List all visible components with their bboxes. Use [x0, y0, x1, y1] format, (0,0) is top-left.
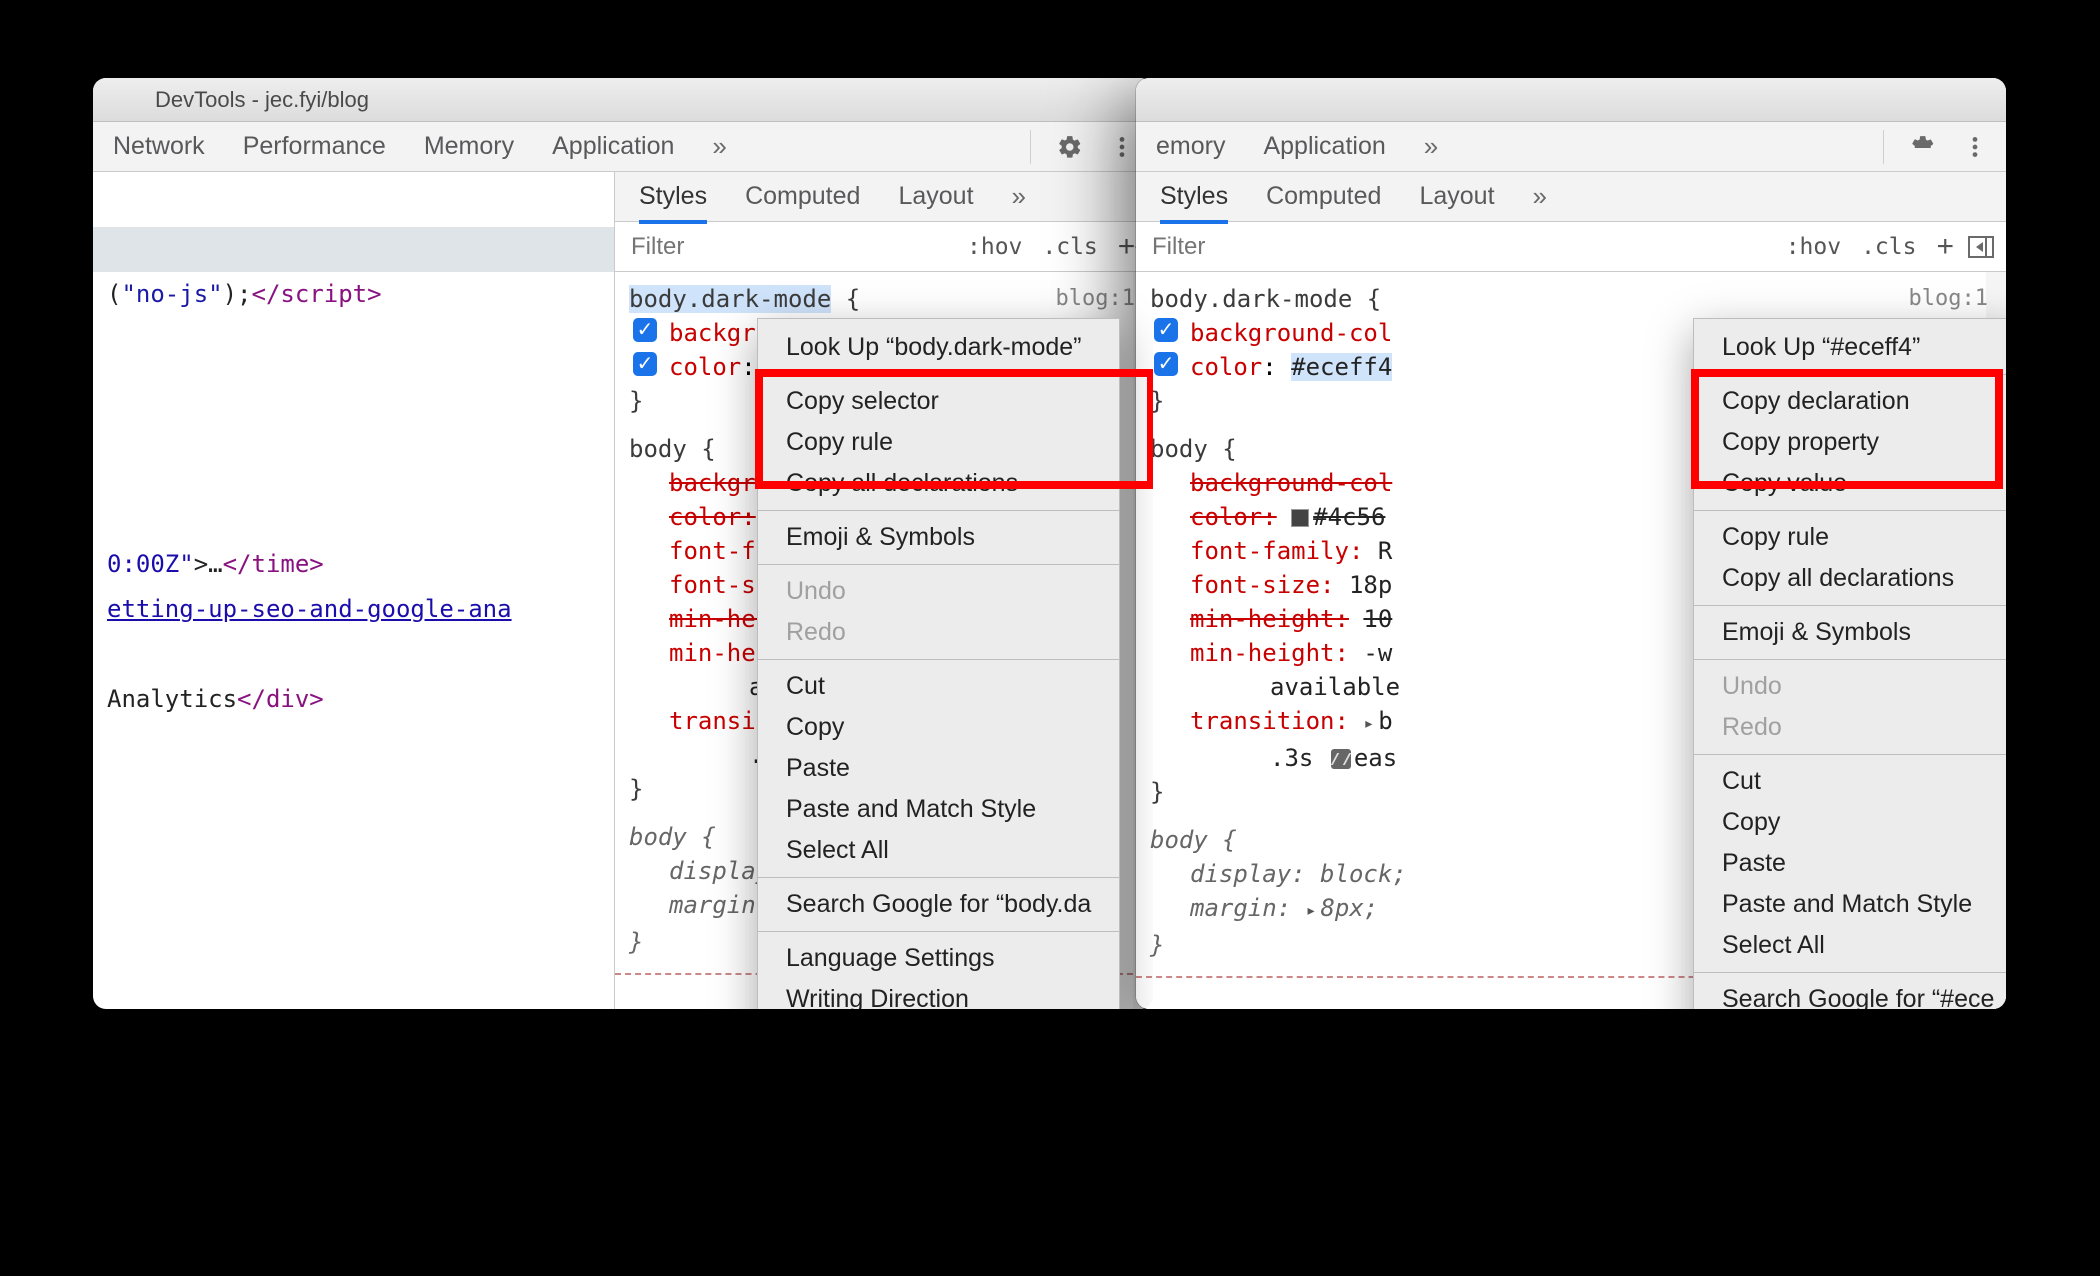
- devtools-window-left: DevTools - jec.fyi/blog Network Performa…: [93, 78, 1153, 1009]
- main-toolbar: Network Performance Memory Application »: [93, 122, 1153, 172]
- ctx-paste[interactable]: Paste: [1694, 843, 2006, 884]
- ctx-undo: Undo: [758, 571, 1119, 612]
- tab-styles[interactable]: Styles: [1160, 182, 1228, 211]
- filter-row: :hov .cls +: [615, 222, 1153, 272]
- hov-toggle[interactable]: :hov: [957, 234, 1032, 260]
- styles-filter-input[interactable]: [1136, 222, 1776, 271]
- ctx-emoji[interactable]: Emoji & Symbols: [758, 517, 1119, 558]
- ctx-copy-all-decl[interactable]: Copy all declarations: [1694, 558, 2006, 599]
- ctx-select-all[interactable]: Select All: [758, 830, 1119, 871]
- cls-toggle[interactable]: .cls: [1851, 234, 1926, 260]
- tab-computed[interactable]: Computed: [1266, 182, 1381, 211]
- ctx-undo: Undo: [1694, 666, 2006, 707]
- ctx-cut[interactable]: Cut: [1694, 761, 2006, 802]
- main-toolbar: emory Application »: [1136, 122, 2006, 172]
- bezier-icon[interactable]: [1331, 749, 1351, 769]
- overflow-icon[interactable]: »: [1533, 181, 1541, 212]
- ctx-writing-dir[interactable]: Writing Direction: [758, 979, 1119, 1009]
- kebab-icon[interactable]: [1962, 134, 1988, 160]
- ctx-lang[interactable]: Language Settings: [758, 938, 1119, 979]
- ctx-lookup[interactable]: Look Up “#eceff4”: [1694, 327, 2006, 368]
- ctx-search-google[interactable]: Search Google for “#ece: [1694, 979, 2006, 1009]
- overflow-icon[interactable]: »: [1424, 131, 1432, 162]
- window-title: DevTools - jec.fyi/blog: [155, 87, 369, 113]
- ctx-redo: Redo: [758, 612, 1119, 653]
- tab-computed[interactable]: Computed: [745, 182, 860, 211]
- kebab-icon[interactable]: [1109, 134, 1135, 160]
- cls-toggle[interactable]: .cls: [1032, 234, 1107, 260]
- tab-performance[interactable]: Performance: [243, 132, 386, 161]
- hov-toggle[interactable]: :hov: [1776, 234, 1851, 260]
- tab-application[interactable]: Application: [1263, 132, 1385, 161]
- new-rule-button[interactable]: +: [1926, 230, 1964, 264]
- tab-layout[interactable]: Layout: [898, 182, 973, 211]
- window-titlebar: [1136, 78, 2006, 122]
- rule-origin[interactable]: blog:1: [1909, 282, 1988, 316]
- window-titlebar: DevTools - jec.fyi/blog: [93, 78, 1153, 122]
- tab-memory-cut[interactable]: emory: [1156, 132, 1225, 161]
- devtools-window-right: emory Application » Styles Computed Layo…: [1136, 78, 2006, 1009]
- ctx-redo: Redo: [1694, 707, 2006, 748]
- styles-filter-input[interactable]: [615, 222, 957, 271]
- gear-icon[interactable]: [1057, 134, 1083, 160]
- ctx-search-google[interactable]: Search Google for “body.da: [758, 884, 1119, 925]
- ctx-lookup[interactable]: Look Up “body.dark-mode”: [758, 327, 1119, 368]
- ctx-copy-selector[interactable]: Copy selector: [758, 381, 1119, 422]
- context-menu-right[interactable]: Look Up “#eceff4” Copy declaration Copy …: [1693, 318, 2006, 1009]
- panel-toggle-icon[interactable]: [1968, 236, 1994, 258]
- context-menu-left[interactable]: Look Up “body.dark-mode” Copy selector C…: [757, 318, 1120, 1009]
- elements-source[interactable]: ("no-js");</script​> 0:00Z">…</time> ett…: [93, 172, 615, 1009]
- overflow-icon[interactable]: »: [1012, 181, 1020, 212]
- ctx-paste[interactable]: Paste: [758, 748, 1119, 789]
- link-text[interactable]: etting-up-seo-and-google-ana: [107, 595, 512, 623]
- ctx-select-all[interactable]: Select All: [1694, 925, 2006, 966]
- toolbar-separator: [1030, 130, 1031, 164]
- ctx-copy[interactable]: Copy: [758, 707, 1119, 748]
- tab-layout[interactable]: Layout: [1419, 182, 1494, 211]
- overflow-icon[interactable]: »: [712, 131, 720, 162]
- ctx-paste-match[interactable]: Paste and Match Style: [758, 789, 1119, 830]
- rule-origin[interactable]: blog:1: [1056, 282, 1135, 316]
- tab-styles[interactable]: Styles: [639, 182, 707, 211]
- gear-icon[interactable]: [1910, 134, 1936, 160]
- ctx-copy-rule[interactable]: Copy rule: [758, 422, 1119, 463]
- tab-memory[interactable]: Memory: [424, 132, 514, 161]
- ctx-copy-value[interactable]: Copy value: [1694, 463, 2006, 504]
- ctx-copy[interactable]: Copy: [1694, 802, 2006, 843]
- selector-text[interactable]: body.dark-mode: [629, 285, 831, 313]
- ctx-cut[interactable]: Cut: [758, 666, 1119, 707]
- ctx-copy-all-decl[interactable]: Copy all declarations: [758, 463, 1119, 504]
- code-text: (: [107, 280, 121, 308]
- ctx-copy-rule[interactable]: Copy rule: [1694, 517, 2006, 558]
- ctx-copy-property[interactable]: Copy property: [1694, 422, 2006, 463]
- tab-application[interactable]: Application: [552, 132, 674, 161]
- ctx-emoji[interactable]: Emoji & Symbols: [1694, 612, 2006, 653]
- color-swatch-icon[interactable]: [1291, 509, 1309, 527]
- ctx-paste-match[interactable]: Paste and Match Style: [1694, 884, 2006, 925]
- ctx-copy-declaration[interactable]: Copy declaration: [1694, 381, 2006, 422]
- tab-network[interactable]: Network: [113, 132, 205, 161]
